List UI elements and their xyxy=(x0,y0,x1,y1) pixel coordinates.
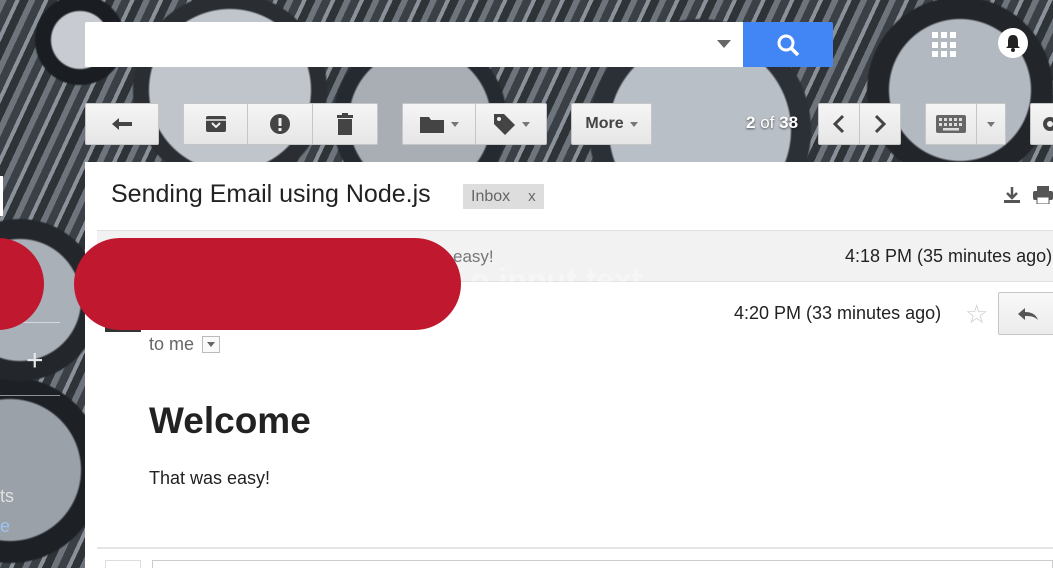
spam-icon xyxy=(270,114,290,134)
message-counter: 2 of 38 xyxy=(746,113,798,133)
chevron-down-icon xyxy=(629,121,638,127)
report-spam-button[interactable] xyxy=(247,103,313,145)
gear-icon xyxy=(1043,117,1053,131)
print-icon[interactable] xyxy=(1033,186,1053,204)
back-arrow-icon xyxy=(112,118,132,130)
reply-arrow-icon xyxy=(1018,307,1038,320)
label-tag-icon xyxy=(494,114,515,135)
thread-actions xyxy=(1003,186,1053,204)
back-to-inbox-button[interactable] xyxy=(85,103,159,145)
archive-button[interactable] xyxy=(183,103,248,145)
chevron-left-icon xyxy=(832,114,845,134)
chevron-right-icon xyxy=(874,114,887,134)
chevron-down-icon xyxy=(522,121,530,127)
message-pane: Sending Email using Node.js Inbox x easy… xyxy=(85,162,1053,568)
search-options-dropdown-icon[interactable] xyxy=(717,40,731,48)
newer-button[interactable] xyxy=(818,103,860,145)
notifications-bell-icon[interactable] xyxy=(998,28,1028,58)
move-to-button[interactable] xyxy=(402,103,476,145)
star-icon[interactable]: ☆ xyxy=(965,299,988,330)
reply-button[interactable] xyxy=(998,292,1053,335)
folder-icon xyxy=(420,117,444,133)
sidebar-fragment: ts xyxy=(0,486,15,506)
overlay-ghost-text: o input text xyxy=(470,262,643,298)
apps-grid-icon[interactable] xyxy=(932,32,958,58)
trash-icon xyxy=(337,113,353,135)
message-subject: Sending Email using Node.js xyxy=(111,180,431,208)
remove-label-button[interactable]: x xyxy=(528,188,536,205)
counter-of: of xyxy=(760,113,775,132)
search-input[interactable] xyxy=(85,22,743,67)
show-details-button[interactable] xyxy=(202,336,221,353)
search-button[interactable] xyxy=(743,22,833,67)
keyboard-icon xyxy=(936,115,966,133)
inbox-label-chip[interactable]: Inbox x xyxy=(463,184,544,209)
recipient-text: to me xyxy=(149,334,195,354)
settings-button[interactable] xyxy=(1030,103,1053,145)
chevron-down-icon xyxy=(987,121,995,127)
sidebar-divider xyxy=(0,395,60,396)
counter-current: 2 xyxy=(746,113,756,132)
inbox-label-text: Inbox xyxy=(471,187,511,205)
email-body-heading: Welcome xyxy=(149,400,311,441)
message-timestamp: 4:18 PM (35 minutes ago) xyxy=(845,246,1053,266)
chevron-down-icon xyxy=(451,121,459,127)
recipient-details: to me xyxy=(149,334,221,355)
counter-total: 38 xyxy=(779,113,799,132)
message-timestamp: 4:20 PM (33 minutes ago) xyxy=(734,303,942,323)
chevron-down-icon xyxy=(207,342,216,347)
more-label: More xyxy=(585,115,624,132)
sidebar-selected-indicator xyxy=(0,176,3,216)
input-tools-dropdown[interactable] xyxy=(976,103,1006,145)
message-divider xyxy=(97,547,1053,549)
search-icon xyxy=(777,34,800,56)
email-body-text: That was easy! xyxy=(149,468,271,488)
archive-icon xyxy=(205,116,226,132)
reply-box[interactable] xyxy=(152,560,1053,568)
labels-button[interactable] xyxy=(475,103,547,145)
more-actions-button[interactable]: More xyxy=(571,103,652,145)
add-hangout-icon[interactable]: + xyxy=(26,344,44,378)
redaction-mark xyxy=(74,238,461,330)
input-tools-button[interactable] xyxy=(925,103,977,145)
avatar xyxy=(105,560,141,568)
download-icon[interactable] xyxy=(1003,186,1021,204)
sidebar-fragment[interactable]: e xyxy=(0,516,10,537)
delete-button[interactable] xyxy=(312,103,378,145)
older-button[interactable] xyxy=(859,103,901,145)
